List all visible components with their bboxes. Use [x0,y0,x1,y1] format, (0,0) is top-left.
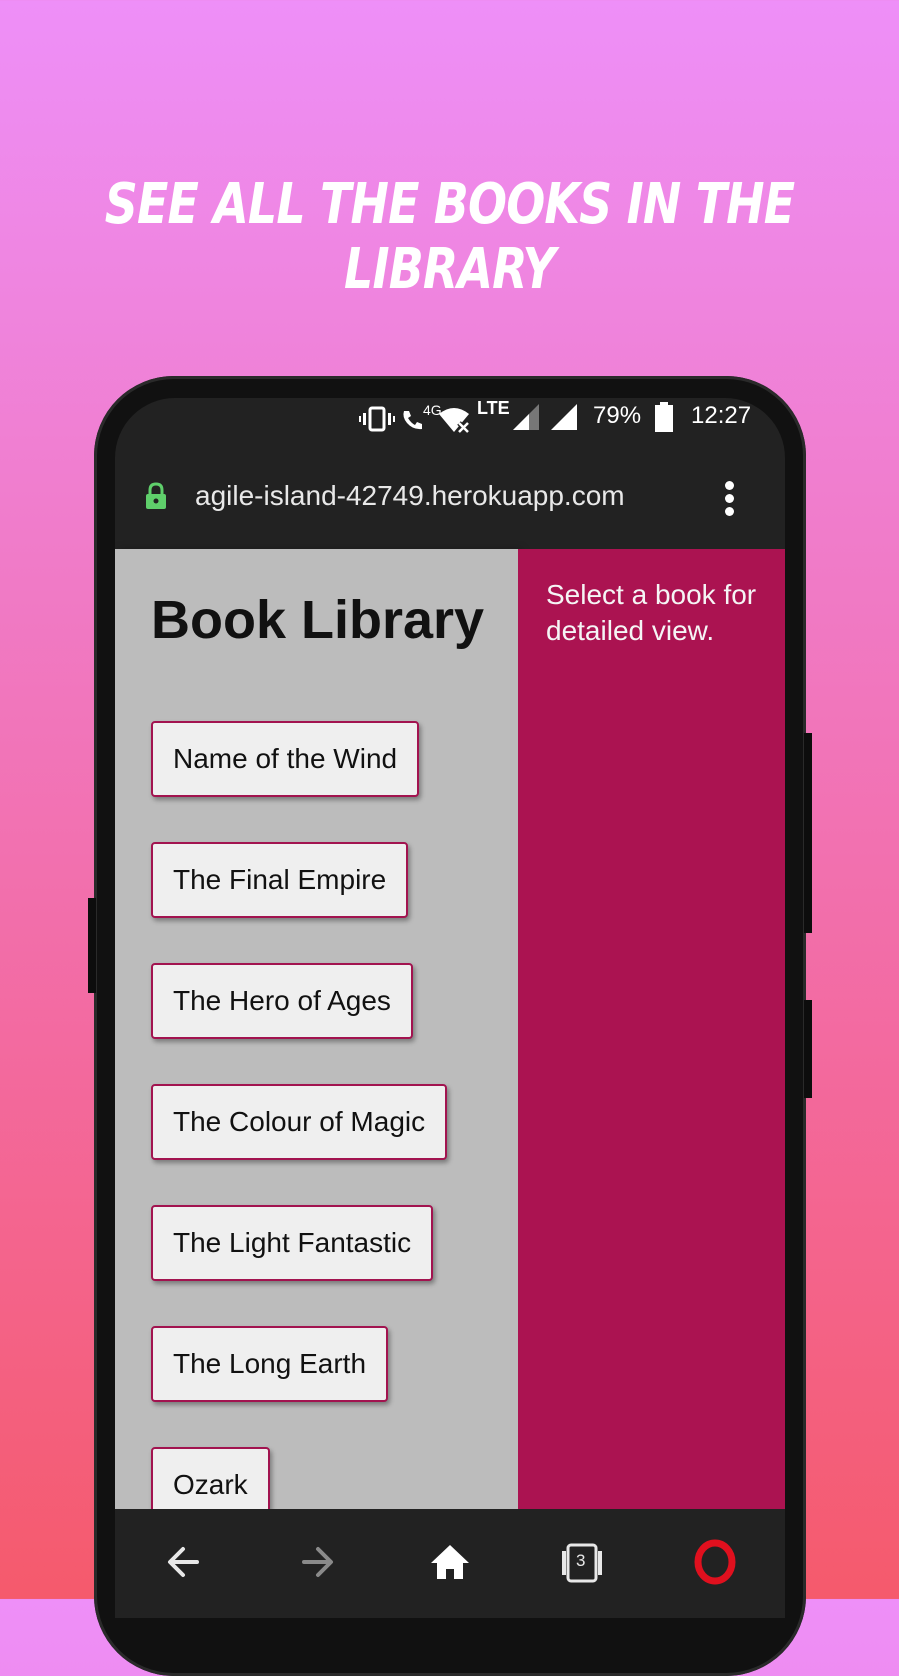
home-icon[interactable] [425,1537,475,1587]
signal-icon [513,404,539,430]
more-vertical-icon[interactable] [721,478,737,518]
arrow-left-icon[interactable] [159,1537,209,1587]
wifi-call-icon [403,411,422,430]
lock-icon [146,482,166,509]
phone-side-button [804,733,812,933]
book-button[interactable]: Name of the Wind [151,721,420,797]
detail-placeholder: Select a book for detailed view. [546,579,757,646]
book-button[interactable]: The Light Fantastic [151,1205,434,1281]
book-button[interactable]: The Hero of Ages [151,963,413,1039]
book-list-pane: Book Library Name of the Wind The Final … [115,549,518,1618]
browser-bottom-bar: 3 [115,1509,785,1618]
book-detail-pane: Select a book for detailed view. [518,549,785,1509]
opera-logo-icon[interactable] [690,1537,740,1587]
clock: 12:27 [691,402,752,429]
promo-headline: SEE ALL THE BOOKS IN THE LIBRARY [104,172,795,302]
tabs-icon[interactable]: 3 [557,1537,607,1587]
tab-count: 3 [576,1551,586,1570]
arrow-right-icon[interactable] [292,1537,342,1587]
vibrate-icon [359,406,395,432]
phone-screen: 4G LTE 79% 12:27 agile-island-42749.hero… [115,398,785,1618]
page-title: Book Library [151,590,485,650]
wifi-off-icon [439,408,470,434]
browser-address-bar[interactable]: agile-island-42749.herokuapp.com [115,458,785,538]
url-text[interactable]: agile-island-42749.herokuapp.com [195,480,625,512]
phone-side-button [804,1000,812,1098]
book-button[interactable]: The Final Empire [151,842,409,918]
battery-icon [655,402,673,432]
signal-icon [551,404,577,430]
status-bar: 4G LTE 79% 12:27 [115,398,785,438]
book-button[interactable]: The Colour of Magic [151,1084,448,1160]
battery-percent: 79% [593,402,642,429]
network-lte-label: LTE [477,398,510,418]
phone-side-button [88,898,96,993]
book-button[interactable]: The Long Earth [151,1326,389,1402]
